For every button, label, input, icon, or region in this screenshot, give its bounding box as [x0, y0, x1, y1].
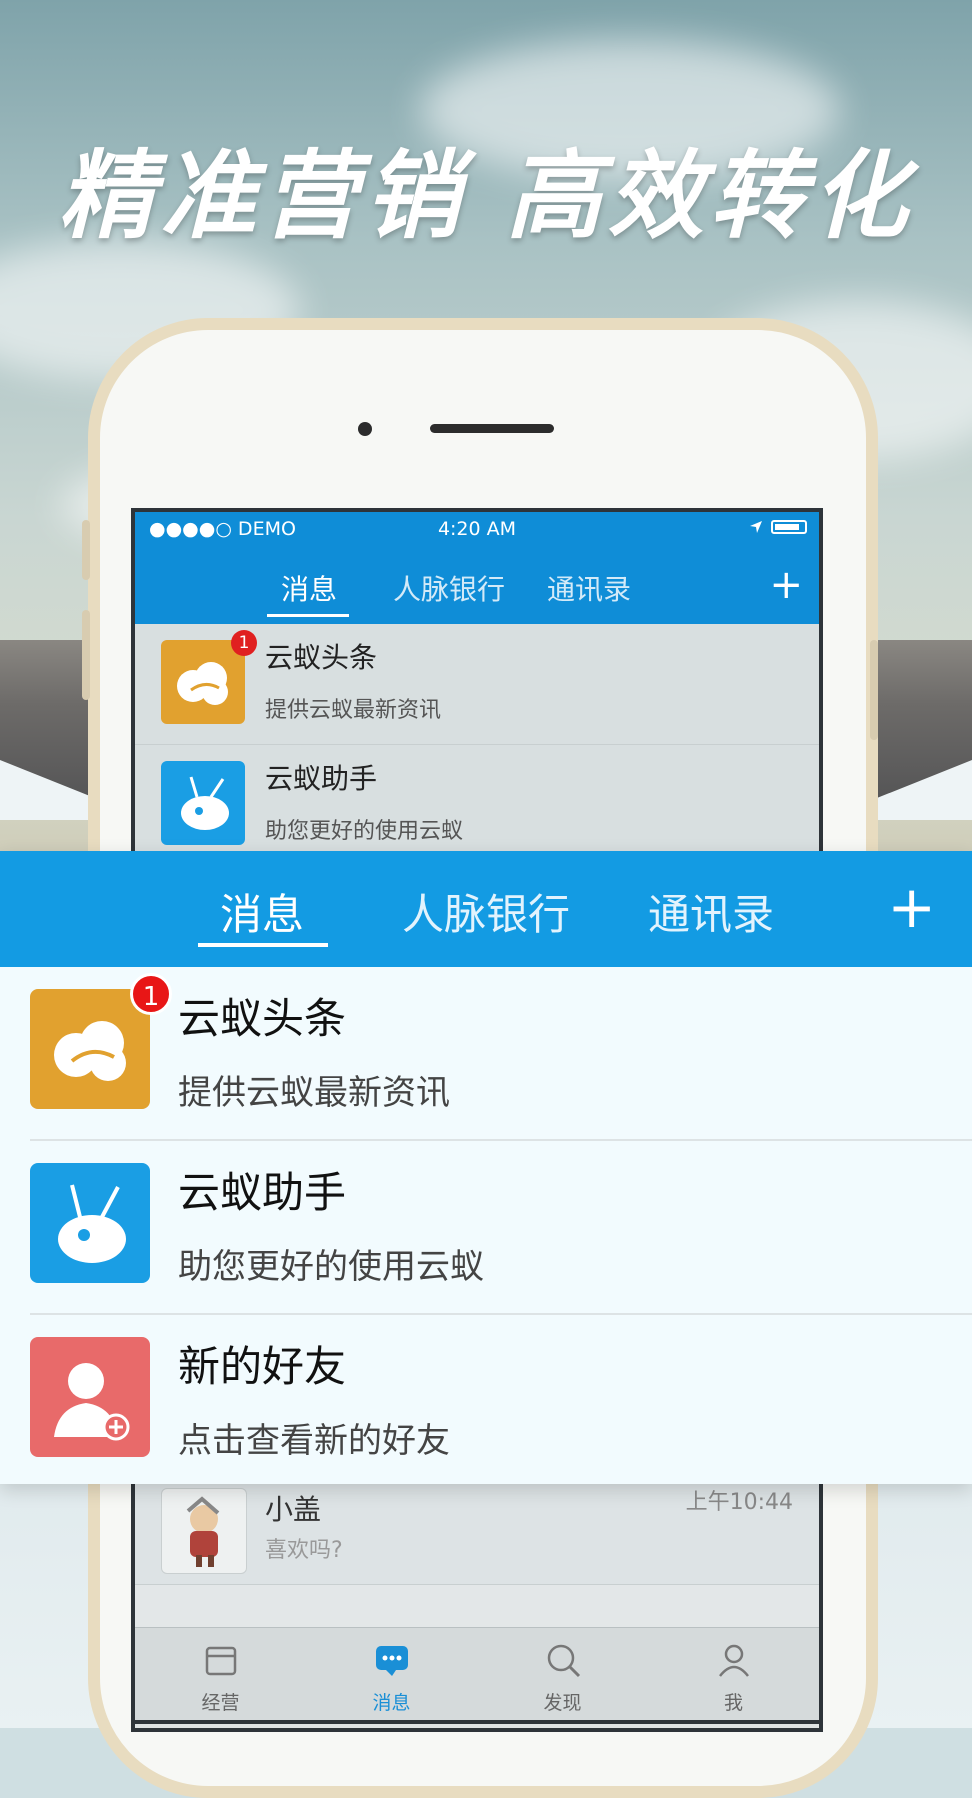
ant-icon [30, 1163, 150, 1283]
add-button[interactable]: + [887, 873, 936, 941]
earpiece-speaker [430, 424, 554, 433]
location-icon [750, 521, 762, 533]
list-item[interactable]: 小盖 喜欢吗? 上午10:44 [135, 1484, 819, 1585]
list-item[interactable]: 云蚁助手 助您更好的使用云蚁 [0, 1141, 972, 1315]
volume-button [82, 610, 90, 700]
tabbar-label: 经营 [201, 1692, 240, 1714]
list-item[interactable]: 1 云蚁头条 提供云蚁最新资讯 [135, 624, 819, 745]
tab-messages[interactable]: 消息 [281, 568, 337, 608]
tab-address-book[interactable]: 通讯录 [547, 568, 631, 608]
tab-messages[interactable]: 消息 [220, 881, 304, 942]
tabbar-item-discover[interactable]: 发现 [477, 1628, 648, 1720]
avatar-icon [161, 1488, 247, 1574]
item-title: 云蚁助手 [178, 1168, 347, 1217]
add-button[interactable]: + [769, 562, 803, 608]
active-tab-indicator [267, 614, 349, 617]
item-subtitle: 助您更好的使用云蚁 [265, 819, 464, 844]
cloud-icon [161, 640, 245, 724]
item-title: 云蚁头条 [178, 994, 347, 1043]
status-bar: ●●●●○ DEMO 4:20 AM [135, 512, 819, 548]
tab-contacts-bank[interactable]: 人脉银行 [402, 881, 570, 942]
store-icon [205, 1646, 236, 1676]
item-title: 新的好友 [178, 1342, 347, 1391]
active-tab-indicator [198, 943, 328, 947]
item-subtitle: 提供云蚁最新资讯 [178, 1073, 450, 1113]
item-subtitle: 点击查看新的好友 [178, 1421, 450, 1461]
tabbar-item-messages[interactable]: 消息 [306, 1628, 477, 1720]
bottom-tab-bar: 经营 消息 发现 我 [135, 1627, 819, 1720]
tabbar-item-business[interactable]: 经营 [135, 1628, 306, 1720]
tab-address-book[interactable]: 通讯录 [648, 881, 774, 942]
cloud-icon [30, 989, 150, 1109]
list-item[interactable]: 新的好友 点击查看新的好友 [0, 1315, 972, 1489]
item-subtitle: 喜欢吗? [265, 1538, 343, 1563]
item-subtitle: 助您更好的使用云蚁 [178, 1247, 484, 1287]
zoomed-message-panel: 消息 人脉银行 通讯录 + 1 云蚁头条 提供云蚁最新资讯 云蚁助手 助您更好的… [0, 851, 972, 1484]
item-title: 云蚁头条 [265, 641, 378, 674]
screen-nav-bar: 消息 人脉银行 通讯录 + [135, 548, 819, 624]
tab-contacts-bank[interactable]: 人脉银行 [393, 568, 505, 608]
phone-screen-lower: 小盖 喜欢吗? 上午10:44 经营 消息 发现 我 [131, 1484, 823, 1724]
search-icon [547, 1644, 580, 1678]
unread-badge: 1 [130, 973, 172, 1015]
item-title: 云蚁助手 [265, 762, 378, 795]
list-item[interactable]: 云蚁助手 助您更好的使用云蚁 [135, 745, 819, 866]
tabbar-label: 我 [723, 1692, 743, 1714]
item-subtitle: 提供云蚁最新资讯 [265, 698, 442, 723]
list-item[interactable]: 1 云蚁头条 提供云蚁最新资讯 [0, 967, 972, 1141]
battery-icon [771, 520, 807, 534]
front-camera [358, 422, 372, 436]
person-icon [718, 1644, 749, 1677]
volume-button [82, 520, 90, 580]
tabbar-label: 消息 [372, 1692, 411, 1714]
promo-headline: 精准营销 高效转化 [58, 140, 914, 252]
chat-icon [375, 1646, 408, 1676]
item-title: 小盖 [265, 1493, 322, 1526]
tabbar-label: 发现 [543, 1692, 582, 1714]
status-time: 4:20 AM [437, 518, 517, 540]
add-friend-icon [30, 1337, 150, 1457]
ant-icon [161, 761, 245, 845]
power-button [870, 640, 878, 740]
unread-badge: 1 [231, 630, 257, 656]
zoom-nav-bar: 消息 人脉银行 通讯录 + [0, 851, 972, 967]
tabbar-item-me[interactable]: 我 [648, 1628, 819, 1720]
